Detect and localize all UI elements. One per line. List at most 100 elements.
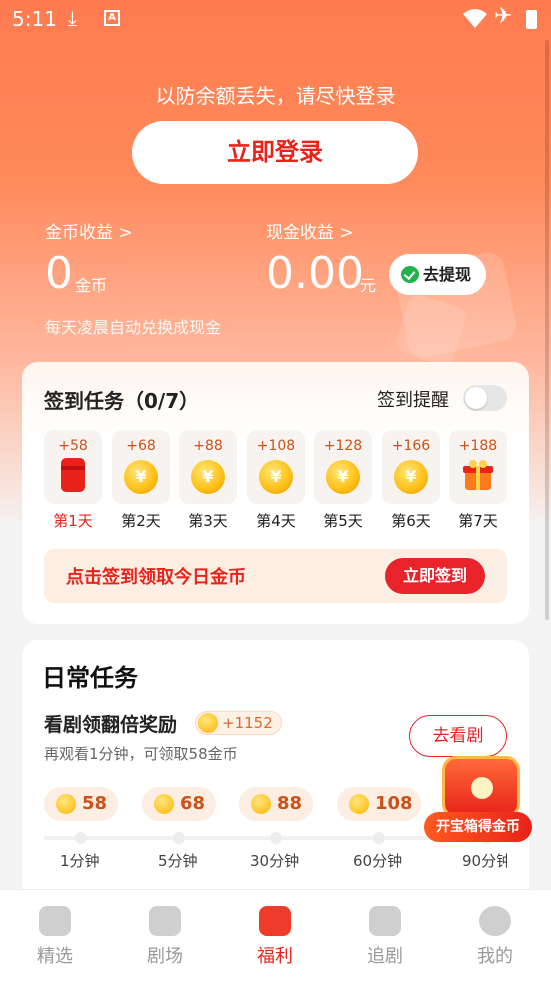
stage-minutes: 5分钟: [158, 852, 198, 870]
treasure-chest-widget[interactable]: 开宝箱得金币: [424, 746, 532, 842]
stage-reward: 68: [142, 787, 216, 821]
red-packet-icon: [61, 458, 85, 492]
status-bar: 5:11 ⤓ A ✈: [0, 0, 551, 40]
day-name: 第4天: [256, 512, 296, 530]
treasure-chest-icon: [442, 756, 520, 818]
coin-icon: ¥: [394, 460, 428, 494]
stage-reward: 88: [239, 787, 313, 821]
nav-label: 剧场: [147, 946, 183, 967]
day-name: 第1天: [53, 512, 93, 530]
star-icon: [369, 906, 401, 936]
day-name: 第3天: [188, 512, 228, 530]
cash-earnings-value: 0.00: [266, 248, 364, 299]
task-bonus-badge: +1152: [195, 711, 282, 735]
day-points: +166: [391, 438, 431, 454]
signin-banner-text: 点击签到领取今日金币: [66, 567, 246, 588]
progress-dot: [270, 832, 282, 844]
day-points: +108: [256, 438, 296, 454]
coin-icon: [251, 794, 271, 814]
day-name: 第7天: [458, 512, 498, 530]
tv-icon: [149, 906, 181, 936]
nav-label: 精选: [37, 946, 73, 967]
login-button[interactable]: 立即登录: [132, 121, 418, 184]
cash-earnings-link[interactable]: 现金收益 >: [266, 218, 354, 243]
battery-icon: [526, 10, 537, 29]
nav-tab-profile[interactable]: 我的: [440, 890, 550, 981]
stage-minutes: 30分钟: [250, 852, 300, 870]
download-icon: ⤓: [68, 6, 77, 30]
progress-dot: [173, 832, 185, 844]
watch-task-title: 看剧领翻倍奖励: [44, 714, 178, 736]
treasure-label: 开宝箱得金币: [424, 812, 532, 842]
task-description: 再观看1分钟，可领取58金币: [44, 745, 238, 763]
gift-icon: [463, 460, 493, 490]
signin-day-7[interactable]: +188: [449, 430, 507, 504]
nav-label: 我的: [477, 946, 513, 967]
profile-icon: [479, 906, 511, 936]
coin-icon: ¥: [191, 460, 225, 494]
day-points: +88: [193, 438, 223, 454]
cash-unit: 元: [360, 276, 377, 295]
stage-coins: 108: [375, 793, 413, 814]
signin-now-button[interactable]: 立即签到: [385, 558, 485, 594]
signin-banner: 点击签到领取今日金币 立即签到: [44, 549, 507, 603]
signin-remind-toggle[interactable]: [463, 385, 507, 411]
bottom-nav: 精选 剧场 福利 追剧 我的: [0, 889, 551, 981]
login-notice: 以防余额丢失，请尽快登录: [155, 84, 396, 108]
coin-icon: ¥: [124, 460, 158, 494]
signin-day-4[interactable]: +108 ¥: [247, 430, 305, 504]
airplane-icon: ✈: [494, 4, 513, 29]
stage-coins: 88: [277, 793, 303, 814]
daily-tasks-title: 日常任务: [42, 664, 138, 692]
progress-dot: [75, 832, 87, 844]
stage-coins: 58: [82, 793, 108, 814]
toggle-knob: [465, 387, 487, 409]
stage-minutes: 90分钟: [462, 852, 507, 870]
nav-tab-welfare[interactable]: 福利: [220, 890, 330, 981]
day-points: +128: [323, 438, 363, 454]
coin-icon: ¥: [259, 460, 293, 494]
day-name: 第5天: [323, 512, 363, 530]
play-icon: [39, 906, 71, 936]
signin-day-5[interactable]: +128 ¥: [314, 430, 372, 504]
scrollbar[interactable]: [545, 40, 549, 620]
signin-day-3[interactable]: +88 ¥: [179, 430, 237, 504]
red-packet-icon: [259, 906, 291, 936]
coin-icon: [198, 713, 218, 733]
stage-minutes: 1分钟: [60, 852, 100, 870]
signin-day-1[interactable]: +58: [44, 430, 102, 504]
signin-day-6[interactable]: +166 ¥: [382, 430, 440, 504]
signin-remind-label: 签到提醒: [377, 390, 449, 411]
withdraw-button[interactable]: 去提现: [389, 254, 486, 295]
coin-unit: 金币: [75, 276, 108, 295]
wechat-pay-icon: [401, 266, 419, 283]
nav-tab-featured[interactable]: 精选: [0, 890, 110, 981]
coin-icon: [56, 794, 76, 814]
wifi-icon: [463, 9, 487, 28]
play-icon: [471, 777, 493, 799]
progress-dot: [373, 832, 385, 844]
stage-reward: 58: [44, 787, 118, 821]
coin-icon: [154, 794, 174, 814]
task-bonus-value: +1152: [222, 714, 273, 732]
day-name: 第2天: [121, 512, 161, 530]
keyboard-a-icon: A: [104, 10, 120, 26]
coin-earnings-value: 0: [45, 248, 73, 299]
stage-coins: 68: [180, 793, 206, 814]
signin-title: 签到任务（0/7）: [44, 389, 200, 413]
signin-card: 签到任务（0/7） 签到提醒 +58 +68 ¥ +88 ¥ +108 ¥ +1…: [22, 362, 529, 624]
day-points: +68: [126, 438, 156, 454]
day-points: +58: [58, 438, 88, 454]
coin-icon: ¥: [326, 460, 360, 494]
withdraw-label: 去提现: [423, 265, 472, 284]
coin-earnings-link[interactable]: 金币收益 >: [45, 218, 133, 243]
signin-day-2[interactable]: +68 ¥: [112, 430, 170, 504]
nav-tab-following[interactable]: 追剧: [330, 890, 440, 981]
stage-reward: 108: [337, 787, 421, 821]
stage-minutes: 60分钟: [353, 852, 403, 870]
day-points: +188: [458, 438, 498, 454]
convert-note: 每天凌晨自动兑换成现金: [45, 318, 222, 337]
nav-label: 追剧: [367, 946, 403, 967]
nav-tab-theater[interactable]: 剧场: [110, 890, 220, 981]
nav-label: 福利: [257, 946, 293, 967]
